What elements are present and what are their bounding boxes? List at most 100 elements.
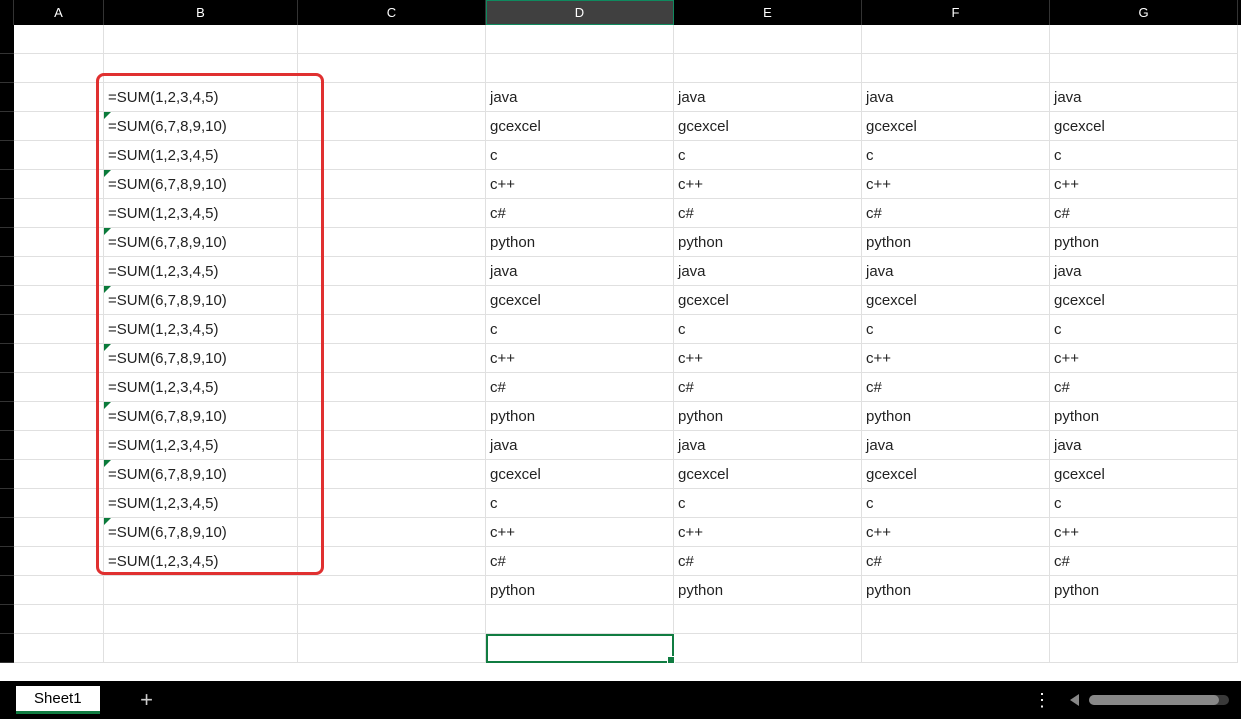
cell-D18[interactable]: c++ xyxy=(486,518,674,547)
row-header[interactable] xyxy=(0,141,14,170)
row-header[interactable] xyxy=(0,257,14,286)
cell-A7[interactable] xyxy=(14,199,104,228)
cell-D3[interactable]: java xyxy=(486,83,674,112)
cell-C17[interactable] xyxy=(298,489,486,518)
cell-B21[interactable] xyxy=(104,605,298,634)
cell-F4[interactable]: gcexcel xyxy=(862,112,1050,141)
cell-G21[interactable] xyxy=(1050,605,1238,634)
cell-A13[interactable] xyxy=(14,373,104,402)
row-header[interactable] xyxy=(0,25,14,54)
cell-D6[interactable]: c++ xyxy=(486,170,674,199)
cell-G6[interactable]: c++ xyxy=(1050,170,1238,199)
cell-A22[interactable] xyxy=(14,634,104,663)
cell-G3[interactable]: java xyxy=(1050,83,1238,112)
row-header[interactable] xyxy=(0,634,14,663)
cell-D8[interactable]: python xyxy=(486,228,674,257)
row-header[interactable] xyxy=(0,489,14,518)
cell-B20[interactable] xyxy=(104,576,298,605)
cell-F14[interactable]: python xyxy=(862,402,1050,431)
cell-F17[interactable]: c xyxy=(862,489,1050,518)
cell-A20[interactable] xyxy=(14,576,104,605)
cell-A1[interactable] xyxy=(14,25,104,54)
cell-D19[interactable]: c# xyxy=(486,547,674,576)
column-header-e[interactable]: E xyxy=(674,0,862,25)
cell-E8[interactable]: python xyxy=(674,228,862,257)
cell-F10[interactable]: gcexcel xyxy=(862,286,1050,315)
cell-D1[interactable] xyxy=(486,25,674,54)
cell-B16[interactable]: =SUM(6,7,8,9,10) xyxy=(104,460,298,489)
row-header[interactable] xyxy=(0,547,14,576)
cell-E5[interactable]: c xyxy=(674,141,862,170)
cell-E6[interactable]: c++ xyxy=(674,170,862,199)
cell-A10[interactable] xyxy=(14,286,104,315)
row-header[interactable] xyxy=(0,518,14,547)
cell-F6[interactable]: c++ xyxy=(862,170,1050,199)
cell-F15[interactable]: java xyxy=(862,431,1050,460)
cell-F20[interactable]: python xyxy=(862,576,1050,605)
cell-F2[interactable] xyxy=(862,54,1050,83)
cell-C9[interactable] xyxy=(298,257,486,286)
cell-D13[interactable]: c# xyxy=(486,373,674,402)
cell-B18[interactable]: =SUM(6,7,8,9,10) xyxy=(104,518,298,547)
row-header[interactable] xyxy=(0,112,14,141)
cell-E9[interactable]: java xyxy=(674,257,862,286)
cell-D7[interactable]: c# xyxy=(486,199,674,228)
cell-A16[interactable] xyxy=(14,460,104,489)
cell-F1[interactable] xyxy=(862,25,1050,54)
cell-C4[interactable] xyxy=(298,112,486,141)
cell-G12[interactable]: c++ xyxy=(1050,344,1238,373)
cell-B22[interactable] xyxy=(104,634,298,663)
cell-D12[interactable]: c++ xyxy=(486,344,674,373)
cell-A18[interactable] xyxy=(14,518,104,547)
cell-F16[interactable]: gcexcel xyxy=(862,460,1050,489)
cell-A19[interactable] xyxy=(14,547,104,576)
cell-E1[interactable] xyxy=(674,25,862,54)
row-header[interactable] xyxy=(0,402,14,431)
cell-G19[interactable]: c# xyxy=(1050,547,1238,576)
cell-B13[interactable]: =SUM(1,2,3,4,5) xyxy=(104,373,298,402)
cell-D4[interactable]: gcexcel xyxy=(486,112,674,141)
cell-G4[interactable]: gcexcel xyxy=(1050,112,1238,141)
row-header[interactable] xyxy=(0,605,14,634)
cell-G15[interactable]: java xyxy=(1050,431,1238,460)
cell-C10[interactable] xyxy=(298,286,486,315)
column-header-c[interactable]: C xyxy=(298,0,486,25)
cell-D15[interactable]: java xyxy=(486,431,674,460)
cell-D2[interactable] xyxy=(486,54,674,83)
cell-G22[interactable] xyxy=(1050,634,1238,663)
column-header-a[interactable]: A xyxy=(14,0,104,25)
cell-F22[interactable] xyxy=(862,634,1050,663)
cell-A11[interactable] xyxy=(14,315,104,344)
cell-B14[interactable]: =SUM(6,7,8,9,10) xyxy=(104,402,298,431)
cell-A6[interactable] xyxy=(14,170,104,199)
cell-E15[interactable]: java xyxy=(674,431,862,460)
cell-G17[interactable]: c xyxy=(1050,489,1238,518)
cell-F7[interactable]: c# xyxy=(862,199,1050,228)
cell-D10[interactable]: gcexcel xyxy=(486,286,674,315)
column-header-g[interactable]: G xyxy=(1050,0,1238,25)
cell-C11[interactable] xyxy=(298,315,486,344)
cell-A8[interactable] xyxy=(14,228,104,257)
cell-B17[interactable]: =SUM(1,2,3,4,5) xyxy=(104,489,298,518)
cell-G9[interactable]: java xyxy=(1050,257,1238,286)
cell-B5[interactable]: =SUM(1,2,3,4,5) xyxy=(104,141,298,170)
cell-D11[interactable]: c xyxy=(486,315,674,344)
cell-E11[interactable]: c xyxy=(674,315,862,344)
cell-E18[interactable]: c++ xyxy=(674,518,862,547)
cell-B4[interactable]: =SUM(6,7,8,9,10) xyxy=(104,112,298,141)
cell-C1[interactable] xyxy=(298,25,486,54)
cell-D5[interactable]: c xyxy=(486,141,674,170)
cell-E19[interactable]: c# xyxy=(674,547,862,576)
row-header[interactable] xyxy=(0,54,14,83)
cell-C22[interactable] xyxy=(298,634,486,663)
cell-B7[interactable]: =SUM(1,2,3,4,5) xyxy=(104,199,298,228)
cell-G16[interactable]: gcexcel xyxy=(1050,460,1238,489)
cell-F13[interactable]: c# xyxy=(862,373,1050,402)
cell-C13[interactable] xyxy=(298,373,486,402)
column-header-f[interactable]: F xyxy=(862,0,1050,25)
cell-C8[interactable] xyxy=(298,228,486,257)
add-sheet-button[interactable]: + xyxy=(134,687,160,713)
cell-E7[interactable]: c# xyxy=(674,199,862,228)
cell-G13[interactable]: c# xyxy=(1050,373,1238,402)
tab-scrollbar[interactable] xyxy=(1089,695,1229,705)
